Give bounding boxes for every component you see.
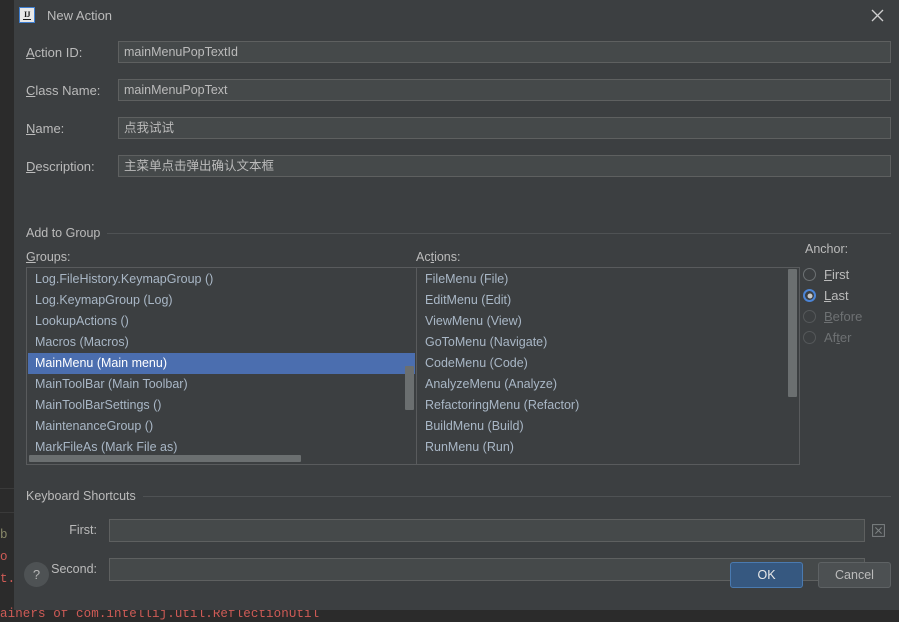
anchor-radio-last-label: Last <box>824 288 849 303</box>
intellij-idea-icon: IJ <box>19 7 35 23</box>
field-row-action-id: Action ID: mainMenuPopTextId <box>26 41 891 63</box>
name-label: Name: <box>26 120 65 136</box>
action-item[interactable]: CodeMenu (Code) <box>418 353 798 374</box>
anchor-caption: Anchor: <box>805 242 849 256</box>
actions-list-vscrollbar[interactable] <box>788 269 798 463</box>
bg-console-text: t. <box>0 572 16 586</box>
anchor-radio-after: After <box>803 327 891 348</box>
close-icon[interactable] <box>855 0 899 30</box>
group-item[interactable]: MainToolBar (Main Toolbar) <box>28 374 415 395</box>
groups-list-scroll-area[interactable]: Log.FileHistory.KeymapGroup () Log.Keymap… <box>28 269 415 463</box>
actions-caption: Actions: <box>416 250 461 264</box>
dialog-titlebar: IJ New Action <box>14 0 899 30</box>
action-item[interactable]: AnalyzeMenu (Analyze) <box>418 374 798 395</box>
bg-console-text: b <box>0 528 8 542</box>
radio-icon <box>803 310 816 323</box>
groups-list-vscroll-thumb[interactable] <box>405 366 414 410</box>
description-label: Description: <box>26 158 95 174</box>
groups-list[interactable]: Log.FileHistory.KeymapGroup () Log.Keymap… <box>26 267 417 465</box>
name-input[interactable]: 点我试试 <box>118 117 891 139</box>
keyboard-shortcuts-title-text: Keyboard Shortcuts <box>26 489 136 503</box>
dialog-title: New Action <box>47 7 113 23</box>
keyboard-shortcuts-section-title: Keyboard Shortcuts <box>26 489 891 503</box>
actions-list-vscroll-thumb[interactable] <box>788 269 797 397</box>
dialog-footer: ? OK Cancel <box>14 550 899 610</box>
dialog-body: Action ID: mainMenuPopTextId Class Name:… <box>14 30 899 610</box>
shortcut-first-label: First: <box>69 523 97 537</box>
section-rule <box>107 232 891 234</box>
anchor-radio-after-label: After <box>824 330 852 345</box>
bg-console-text: o <box>0 550 8 564</box>
radio-icon <box>803 289 816 302</box>
group-item[interactable]: Macros (Macros) <box>28 332 415 353</box>
shortcut-row-first: First: <box>26 518 891 542</box>
actions-list-scroll-area[interactable]: FileMenu (File) EditMenu (Edit) ViewMenu (… <box>418 269 798 463</box>
description-input[interactable]: 主菜单点击弹出确认文本框 <box>118 155 891 177</box>
class-name-input[interactable]: mainMenuPopText <box>118 79 891 101</box>
shortcut-first-input[interactable] <box>109 518 865 542</box>
anchor-radio-first-label: First <box>824 267 850 282</box>
help-button[interactable]: ? <box>24 562 49 587</box>
group-item[interactable]: Log.KeymapGroup (Log) <box>28 290 415 311</box>
anchor-radio-first[interactable]: First <box>803 264 891 285</box>
action-item[interactable]: GoToMenu (Navigate) <box>418 332 798 353</box>
class-name-label: Class Name: <box>26 82 101 98</box>
bg-divider <box>0 512 14 513</box>
clear-field-icon[interactable] <box>865 523 891 537</box>
group-item[interactable]: MaintenanceGroup () <box>28 416 415 437</box>
radio-icon <box>803 268 816 281</box>
anchor-radio-before-label: Before <box>824 309 863 324</box>
groups-list-hscroll-thumb[interactable] <box>29 455 301 462</box>
action-id-label: Action ID: <box>26 44 83 60</box>
action-item[interactable]: FileMenu (File) <box>418 269 798 290</box>
groups-list-vscrollbar[interactable] <box>405 269 415 463</box>
action-item[interactable]: RunMenu (Run) <box>418 437 798 458</box>
action-item[interactable]: BuildMenu (Build) <box>418 416 798 437</box>
radio-icon <box>803 331 816 344</box>
action-item[interactable]: RefactoringMenu (Refactor) <box>418 395 798 416</box>
add-to-group-section-title: Add to Group <box>26 226 891 240</box>
anchor-panel: Anchor: First Last Before After <box>803 242 891 348</box>
add-to-group-title-text: Add to Group <box>26 226 101 240</box>
bg-divider <box>0 488 14 489</box>
anchor-radio-last[interactable]: Last <box>803 285 891 306</box>
groups-caption: Groups: <box>26 250 71 264</box>
new-action-dialog: IJ New Action Action ID: mainMenuPopText… <box>14 0 899 610</box>
anchor-radio-before: Before <box>803 306 891 327</box>
cancel-button[interactable]: Cancel <box>818 562 891 588</box>
group-item[interactable]: Log.FileHistory.KeymapGroup () <box>28 269 415 290</box>
group-item[interactable]: MainMenu (Main menu) <box>28 353 415 374</box>
field-row-description: Description: 主菜单点击弹出确认文本框 <box>26 155 891 177</box>
action-item[interactable]: EditMenu (Edit) <box>418 290 798 311</box>
group-item[interactable]: LookupActions () <box>28 311 415 332</box>
field-row-name: Name: 点我试试 <box>26 117 891 139</box>
group-item[interactable]: MainToolBarSettings () <box>28 395 415 416</box>
field-row-class-name: Class Name: mainMenuPopText <box>26 79 891 101</box>
ok-button[interactable]: OK <box>730 562 803 588</box>
actions-list[interactable]: FileMenu (File) EditMenu (Edit) ViewMenu (… <box>416 267 800 465</box>
action-item[interactable]: ViewMenu (View) <box>418 311 798 332</box>
section-rule <box>142 495 891 497</box>
action-id-input[interactable]: mainMenuPopTextId <box>118 41 891 63</box>
